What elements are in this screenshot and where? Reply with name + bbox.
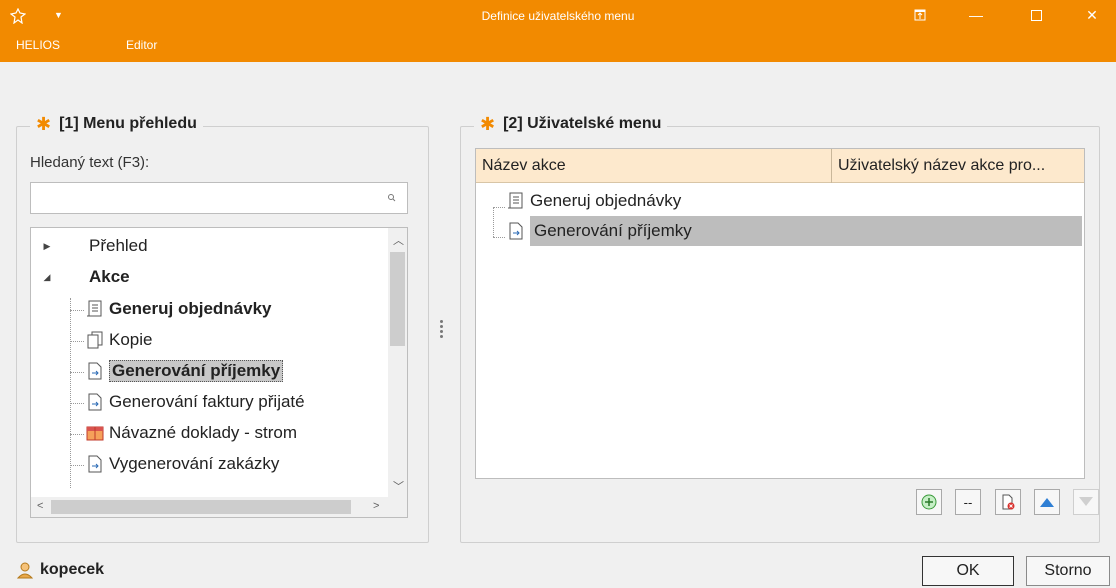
user-menu-title-text: [2] Uživatelské menu	[503, 115, 662, 132]
overview-tree[interactable]: ▶ Přehled ◢ Akce Generuj objednávky Kopi…	[30, 227, 408, 518]
tree-item-label: Akce	[89, 267, 130, 286]
tree-item-generovani-faktury[interactable]: Generování faktury přijaté	[85, 389, 305, 415]
separator-label: --	[963, 494, 973, 510]
user-name: kopecek	[40, 561, 105, 578]
maximize-icon	[1030, 9, 1042, 21]
horizontal-scroll-thumb[interactable]	[51, 500, 351, 514]
move-down-icon	[1079, 497, 1093, 506]
minimize-button[interactable]: —	[962, 4, 990, 26]
star-icon: ✱	[36, 114, 52, 134]
minimize-icon: —	[969, 7, 983, 23]
tree-item-label: Vygenerování zakázky	[109, 454, 280, 473]
tree-item-label: Generování faktury přijaté	[109, 392, 305, 411]
search-field[interactable]	[30, 182, 408, 214]
menu-overview-title-text: [1] Menu přehledu	[59, 115, 197, 132]
column-header-user-name[interactable]: Uživatelský název akce pro...	[838, 157, 1045, 175]
move-up-icon	[1040, 498, 1054, 507]
collapsed-arrow-icon[interactable]: ▶	[37, 236, 57, 256]
copy-icon	[87, 331, 103, 349]
search-label: Hledaný text (F3):	[30, 154, 150, 171]
pin-window-button[interactable]	[906, 4, 934, 26]
generate-document-icon	[88, 362, 102, 380]
menu-editor[interactable]: Editor	[126, 38, 157, 52]
tree-connector	[70, 403, 84, 404]
star-icon: ✱	[480, 114, 496, 134]
tree-connector	[70, 310, 84, 311]
tree-item-label: Návazné doklady - strom	[109, 423, 298, 442]
menu-helios[interactable]: HELIOS	[16, 38, 60, 52]
tree-item-label: Generování příjemky	[109, 360, 284, 382]
current-user: kopecek	[16, 561, 104, 579]
generate-document-icon	[88, 455, 102, 473]
list-document-icon	[508, 192, 523, 209]
add-separator-button[interactable]: --	[955, 489, 981, 515]
tree-item-akce[interactable]: ◢ Akce	[37, 264, 130, 290]
search-input[interactable]	[31, 183, 371, 213]
tree-connector	[70, 298, 71, 488]
tree-item-navazne-doklady[interactable]: Návazné doklady - strom	[85, 420, 297, 446]
scroll-left-icon[interactable]: <	[37, 500, 43, 512]
tree-connector	[70, 434, 84, 435]
tree-item-label: Kopie	[109, 330, 153, 349]
move-down-button[interactable]	[1073, 489, 1099, 515]
menu-overview-title: ✱ [1] Menu přehledu	[30, 115, 203, 133]
panel-splitter[interactable]	[440, 318, 444, 340]
generate-document-icon	[88, 393, 102, 411]
tree-connector	[70, 465, 84, 466]
move-up-button[interactable]	[1034, 489, 1060, 515]
close-icon: ✕	[1086, 6, 1098, 23]
pin-icon	[914, 9, 926, 21]
tree-connector	[70, 341, 84, 342]
tree-connector	[493, 237, 505, 238]
tree-connector	[493, 207, 494, 237]
generate-document-icon	[509, 222, 523, 240]
delete-icon	[1002, 494, 1015, 510]
tree-item-generovani-prijemky[interactable]: Generování příjemky	[85, 358, 284, 384]
horizontal-scrollbar[interactable]: < >	[31, 497, 407, 517]
user-menu-grid[interactable]: Název akce Uživatelský název akce pro...…	[475, 148, 1085, 479]
expanded-arrow-icon[interactable]: ◢	[37, 267, 57, 287]
close-button[interactable]: ✕	[1078, 4, 1106, 26]
add-item-button[interactable]	[916, 489, 942, 515]
scroll-right-icon[interactable]: >	[373, 500, 379, 512]
maximize-button[interactable]	[1022, 4, 1050, 26]
column-header-action-name[interactable]: Název akce	[482, 157, 566, 175]
cancel-button[interactable]: Storno	[1026, 556, 1110, 586]
grid-row-label: Generování příjemky	[530, 216, 1082, 246]
scroll-down-icon[interactable]: ﹀	[393, 478, 404, 494]
grid-row[interactable]: Generuj objednávky	[506, 186, 1082, 216]
delete-item-button[interactable]	[995, 489, 1021, 515]
tree-item-generuj-objednavky[interactable]: Generuj objednávky	[85, 296, 272, 322]
grid-row-label: Generuj objednávky	[530, 191, 682, 210]
tree-connector	[70, 372, 84, 373]
title-bar: ▼ Definice uživatelského menu — ✕ HELIOS…	[0, 0, 1116, 62]
column-separator[interactable]	[831, 149, 832, 183]
grid-row-selected[interactable]: Generování příjemky	[506, 216, 1082, 246]
user-icon	[16, 562, 34, 579]
vertical-scroll-thumb[interactable]	[390, 252, 405, 346]
vertical-scrollbar[interactable]: ︿ ﹀	[388, 228, 407, 498]
tree-item-kopie[interactable]: Kopie	[85, 327, 152, 353]
user-menu-title: ✱ [2] Uživatelské menu	[474, 114, 668, 134]
list-document-icon	[87, 300, 102, 317]
linked-documents-icon	[86, 426, 104, 441]
tree-item-prehled[interactable]: ▶ Přehled	[37, 233, 148, 259]
grid-header: Název akce Uživatelský název akce pro...	[476, 149, 1084, 183]
title-row: ▼ Definice uživatelského menu — ✕	[0, 0, 1116, 30]
window-title: Definice uživatelského menu	[481, 9, 635, 23]
ok-button[interactable]: OK	[922, 556, 1014, 586]
search-icon[interactable]	[385, 191, 399, 205]
tree-connector	[493, 207, 505, 208]
scroll-up-icon[interactable]: ︿	[393, 232, 404, 248]
tree-item-vygenerovani-zakazky[interactable]: Vygenerování zakázky	[85, 451, 279, 477]
add-icon	[921, 494, 937, 510]
tree-item-label: Přehled	[89, 236, 148, 255]
tree-item-label: Generuj objednávky	[109, 299, 272, 318]
